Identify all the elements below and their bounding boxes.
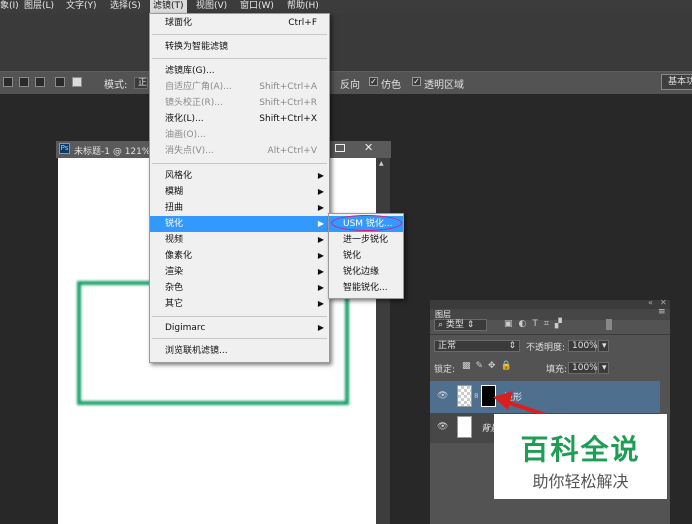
submenu-arrow-icon: ▶ [317,187,324,196]
options-bar: 模式: 正 反向 ✓ 仿色 ✓ 透明区域 [0,71,692,95]
filter-gallery[interactable]: 滤镜库(G)... [150,63,329,79]
watermark-title: 百科全说 [520,433,641,466]
submenu-arrow-icon: ▶ [317,323,324,332]
menu-window[interactable]: 窗口(W) [240,0,274,13]
panel-menu-icon[interactable]: ≡ [658,307,666,317]
menu-layer[interactable]: 图层(L) [24,0,54,13]
filter-distort[interactable]: 扭曲 ▶ [150,200,329,216]
gradient-angle-icon[interactable] [35,77,45,87]
panel-header: « ✕ [430,298,670,309]
opacity-input[interactable]: 100% [568,340,598,352]
submenu-sharpen-more[interactable]: 进一步锐化 [329,232,403,248]
layer-filter-icons[interactable]: ▣◐T⌗▞ [504,319,568,329]
submenu-smart-sharpen[interactable]: 智能锐化... [329,280,403,296]
collapse-icon[interactable]: « [648,298,653,307]
divider [430,334,670,335]
submenu-arrow-icon: ▶ [317,219,324,228]
submenu-arrow-icon: ▶ [317,267,324,276]
gradient-diamond-icon[interactable] [72,77,82,87]
filter-stylize[interactable]: 风格化 ▶ [150,168,329,184]
filter-render[interactable]: 渲染 ▶ [150,264,329,280]
fill-label: 填充: [546,365,568,375]
filter-browse-online[interactable]: 浏览联机滤镜... [150,343,329,359]
transparency-checkbox[interactable]: ✓ [412,77,421,86]
filter-convert-smart[interactable]: 转换为智能滤镜 [150,39,329,55]
filter-other[interactable]: 其它 ▶ [150,296,329,312]
gradient-reflected-icon[interactable] [55,77,65,87]
filter-noise[interactable]: 杂色 ▶ [150,280,329,296]
filter-toggle-icon[interactable] [606,319,612,330]
lock-icons[interactable]: ▩✎✥🔒 [462,361,517,371]
submenu-arrow-icon: ▶ [317,283,324,292]
toolbar-strip [0,13,692,71]
filter-liquify[interactable]: 液化(L)... Shift+Ctrl+X [150,111,329,127]
submenu-arrow-icon: ▶ [317,299,324,308]
menu-separator [152,58,327,59]
menu-help[interactable]: 帮助(H) [287,0,319,13]
watermark-logo: 百科全说 助你轻松解决 [494,414,667,499]
lock-label: 锁定: [434,365,456,375]
panel-close-icon[interactable]: ✕ [660,298,667,307]
filter-last-spherize[interactable]: 球面化 Ctrl+F [150,15,329,31]
menu-filter[interactable]: 滤镜(T) [150,0,187,13]
fill-input[interactable]: 100% [568,362,598,374]
menu-bar: 象(I) 图层(L) 文字(Y) 选择(S) 滤镜(T) 视图(V) 窗口(W)… [0,0,692,13]
layer-thumbnail [457,416,472,438]
visibility-eye-icon[interactable]: 👁 [437,391,448,401]
close-icon[interactable]: ✕ [364,141,373,154]
filter-lens-correction[interactable]: 镜头校正(R)... Shift+Ctrl+R [150,95,329,111]
filter-pixelate[interactable]: 像素化 ▶ [150,248,329,264]
filter-sharpen[interactable]: 锐化 ▶ [150,216,329,232]
layer-thumbnail [457,385,472,407]
ps-icon: Ps [59,143,70,154]
submenu-arrow-icon: ▶ [317,203,324,212]
layer-row-rectangle[interactable]: 👁 8 矩形 [430,381,660,413]
workspace-button[interactable]: 基本功 [661,74,692,90]
window-controls: ✕ [333,141,388,156]
visibility-eye-icon[interactable]: 👁 [437,422,448,432]
maximize-icon[interactable] [335,144,345,152]
scroll-up-icon[interactable]: ▲ [379,160,384,167]
menu-image[interactable]: 象(I) [0,0,19,13]
vector-mask-thumbnail [481,385,496,407]
menu-separator [152,316,327,317]
transparency-label: 透明区域 [424,80,464,91]
opacity-label: 不透明度: [526,343,566,353]
document-title: 未标题-1 @ 121% [74,147,151,157]
menu-select[interactable]: 选择(S) [110,0,141,13]
gradient-radial-icon[interactable] [19,77,29,87]
opacity-dropdown-icon[interactable]: ▾ [598,340,609,352]
menu-separator [152,34,327,35]
layer-filter-kind-select[interactable]: ⌕ 类型 ⇕ [434,319,487,331]
search-icon: ⌕ [438,320,446,330]
filter-blur[interactable]: 模糊 ▶ [150,184,329,200]
filter-digimarc[interactable]: Digimarc ▶ [150,320,329,336]
blend-mode-select[interactable]: 正常 ⇕ [434,340,520,352]
menu-type[interactable]: 文字(Y) [66,0,97,13]
gradient-linear-icon[interactable] [3,77,13,87]
dither-label: 仿色 [381,80,401,91]
mode-label: 模式: [104,80,128,91]
dither-checkbox[interactable]: ✓ [369,77,378,86]
filter-vanishing-point[interactable]: 消失点(V)... Alt+Ctrl+V [150,143,329,159]
filter-menu: 球面化 Ctrl+F 转换为智能滤镜 滤镜库(G)... 自适应广角(A)... S… [149,13,330,363]
submenu-sharpen-edges[interactable]: 锐化边缘 [329,264,403,280]
menu-separator [152,163,327,164]
submenu-arrow-icon: ▶ [317,171,324,180]
link-icon: 8 [474,392,479,400]
reverse-label: 反向 [340,80,360,91]
mode-select[interactable]: 正 [134,77,148,89]
menu-view[interactable]: 视图(V) [196,0,227,13]
submenu-arrow-icon: ▶ [317,251,324,260]
menu-separator [152,338,327,339]
filter-adaptive-wide-angle[interactable]: 自适应广角(A)... Shift+Ctrl+A [150,79,329,95]
submenu-arrow-icon: ▶ [317,235,324,244]
highlight-ring [331,215,402,231]
watermark-subtitle: 助你轻松解决 [532,472,629,491]
filter-video[interactable]: 视频 ▶ [150,232,329,248]
filter-oil-paint[interactable]: 油画(O)... [150,127,329,143]
layer-name[interactable]: 矩形 [504,390,522,403]
submenu-sharpen[interactable]: 锐化 [329,248,403,264]
fill-dropdown-icon[interactable]: ▾ [598,362,609,374]
